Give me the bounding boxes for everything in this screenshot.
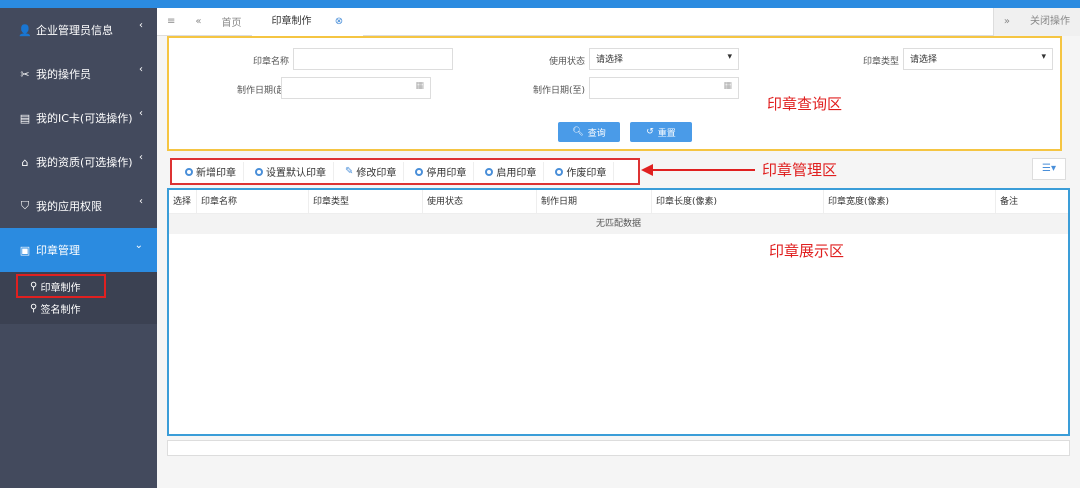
col-status[interactable]: 使用状态 [423, 189, 537, 214]
sidebar-item-operators[interactable]: ✂ 我的操作员 ‹ [0, 52, 157, 96]
search-button[interactable]: 🔍︎ 查询 [558, 122, 620, 142]
arrow-head-icon [641, 164, 653, 176]
col-remark[interactable]: 备注 [996, 190, 1068, 214]
stamp-icon: ⚲ [30, 302, 41, 314]
seal-table: 选择 印章名称 印章类型 使用状态 制作日期 印章长度(像素) 印章宽度(像素)… [167, 188, 1070, 436]
stamp-icon: ⚲ [30, 280, 41, 292]
gear-icon [255, 167, 263, 176]
reset-icon: ↺ [646, 127, 654, 137]
scroll-right-icon[interactable]: » [992, 7, 1020, 36]
date-from-input[interactable]: ▦ [281, 77, 431, 99]
edit-seal-button[interactable]: ✎ 修改印章 [338, 162, 405, 181]
reset-button[interactable]: ↺ 重置 [630, 122, 692, 142]
table-footer [167, 440, 1070, 456]
pencil-icon: ✎ [345, 166, 354, 177]
close-tab-icon[interactable]: ⊗ [325, 16, 353, 27]
calendar-icon[interactable]: ▦ [723, 81, 732, 91]
tab-bar: ≡ « 首页 印章制作 ⊗ » 关闭操作 [157, 7, 1080, 36]
set-default-seal-button[interactable]: 设置默认印章 [248, 162, 334, 181]
id-card-icon: ▤ [19, 111, 31, 125]
plus-circle-icon [185, 167, 193, 176]
seal-name-label: 印章名称 [252, 57, 289, 67]
date-to-input[interactable]: ▦ [589, 77, 739, 99]
status-label: 使用状态 [548, 57, 585, 67]
query-panel: 印章名称 使用状态 请选择 ▾ 印章类型 请选择 ▾ 制作日期(起) ▦ 制作日期(… [167, 36, 1062, 151]
disable-seal-button[interactable]: 停用印章 [408, 162, 475, 181]
sidebar: 👤 企业管理员信息 ‹ ✂ 我的操作员 ‹ ▤ 我的IC卡(可选操作) ‹ ⌂ 我的资质(可选… [0, 8, 157, 488]
home-icon: ⌂ [21, 155, 29, 169]
user-icon: 👤 [18, 23, 32, 37]
chevron-down-icon: ⌄ [134, 240, 143, 251]
tab-home[interactable]: 首页 [212, 14, 252, 29]
main: ≡ « 首页 印章制作 ⊗ » 关闭操作 印章名称 使用状态 请选择 ▾ 印章类型… [157, 7, 1080, 488]
menu-icon[interactable]: ≡ [157, 16, 185, 27]
void-seal-button[interactable]: 作废印章 [548, 162, 615, 181]
close-ops-button[interactable]: 关闭操作 [1020, 7, 1080, 36]
col-length[interactable]: 印章长度(像素) [652, 189, 824, 214]
add-seal-button[interactable]: 新增印章 [178, 162, 244, 181]
sidebar-item-app-permissions[interactable]: ⛉ 我的应用权限 ‹ [0, 184, 157, 228]
sidebar-item-qualification[interactable]: ⌂ 我的资质(可选操作) ‹ [0, 140, 157, 184]
col-type[interactable]: 印章类型 [309, 189, 423, 214]
date-to-label: 制作日期(至) [532, 86, 585, 96]
status-select[interactable]: 请选择 ▾ [589, 48, 739, 70]
calendar-icon[interactable]: ▦ [415, 81, 424, 91]
title-bar [0, 0, 1080, 8]
seal-toolbar: 新增印章 设置默认印章 ✎ 修改印章 停用印章 启用印章 作废印章 [170, 158, 640, 185]
col-width[interactable]: 印章宽度(像素) [824, 189, 996, 214]
chevron-left-icon: ‹ [139, 196, 143, 207]
search-icon: 🔍︎ [572, 127, 584, 137]
enable-seal-button[interactable]: 启用印章 [478, 162, 545, 181]
column-toggle-button[interactable]: ☰▾ [1032, 158, 1066, 180]
check-circle-icon [485, 167, 494, 176]
annotation-query: 印章查询区 [767, 95, 843, 113]
sidebar-subitem-seal-make[interactable]: ⚲ 印章制作 [16, 274, 106, 298]
seal-name-input[interactable] [293, 48, 453, 70]
col-select[interactable]: 选择 [169, 189, 197, 214]
scroll-left-icon[interactable]: « [185, 16, 211, 27]
col-name[interactable]: 印章名称 [197, 189, 309, 214]
sidebar-subitem-signature-make[interactable]: ⚲ 签名制作 [0, 296, 157, 320]
minus-circle-icon [415, 167, 424, 176]
type-select[interactable]: 请选择 ▾ [903, 48, 1053, 70]
sidebar-item-admin-info[interactable]: 👤 企业管理员信息 ‹ [0, 8, 157, 52]
date-from-label: 制作日期(起) [236, 86, 289, 96]
chevron-left-icon: ‹ [139, 152, 143, 163]
chevron-left-icon: ‹ [139, 108, 143, 119]
chevron-left-icon: ‹ [139, 20, 143, 31]
annotation-display: 印章展示区 [769, 242, 845, 260]
type-label: 印章类型 [862, 57, 899, 67]
col-date[interactable]: 制作日期 [537, 189, 652, 214]
chevron-left-icon: ‹ [139, 64, 143, 75]
ban-circle-icon [555, 167, 564, 176]
seal-icon: ▣ [19, 243, 31, 257]
sidebar-item-ic-card[interactable]: ▤ 我的IC卡(可选操作) ‹ [0, 96, 157, 140]
annotation-manage: 印章管理区 [762, 161, 838, 179]
tools-icon: ✂ [20, 67, 30, 81]
empty-message: 无匹配数据 [169, 214, 1068, 234]
tab-seal-make[interactable]: 印章制作 ⊗ [251, 7, 364, 36]
shield-icon: ⛉ [20, 199, 30, 212]
annotation-arrow [645, 169, 755, 171]
table-header: 选择 印章名称 印章类型 使用状态 制作日期 印章长度(像素) 印章宽度(像素)… [169, 189, 1068, 214]
sidebar-item-seal-management[interactable]: ▣ 印章管理 ⌄ [0, 228, 157, 272]
